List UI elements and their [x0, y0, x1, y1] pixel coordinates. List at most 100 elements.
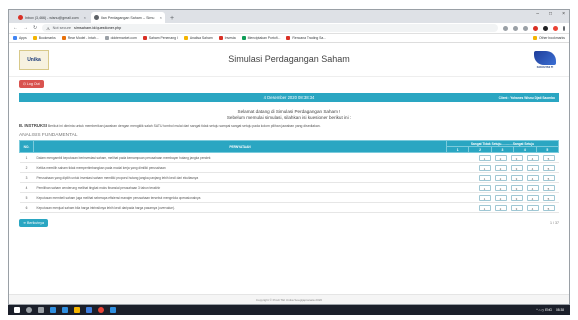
store-icon[interactable] [86, 307, 92, 313]
maximize-button[interactable]: □ [549, 11, 552, 17]
answer-option-2[interactable]: 2 [494, 164, 507, 171]
tab-simulasi[interactable]: Ilan Perdagangan Saham -- Simu × [91, 12, 165, 23]
answer-option-1[interactable]: 1 [478, 184, 491, 191]
answer-option-1[interactable]: 1 [478, 154, 491, 161]
minimize-button[interactable]: – [536, 11, 539, 17]
bookmark-item[interactable]: Saham Penenang I [142, 36, 178, 40]
chrome-icon[interactable] [98, 307, 104, 313]
tray-icons[interactable]: ^ ⌂ ◷ ENG [536, 308, 552, 312]
apps-icon [13, 36, 17, 40]
answer-option-1[interactable]: 1 [478, 164, 491, 171]
system-tray: ^ ⌂ ◷ ENG 08:38 [536, 308, 564, 312]
bookmark-item[interactable]: Rencana Trading Sa... [286, 36, 326, 40]
address-bar-row: ← → ↻ ⚠ Not secure simsaham.id/questione… [9, 23, 569, 34]
close-icon[interactable]: × [160, 15, 162, 20]
bookmark-item[interactable]: Analisa Saham [183, 36, 213, 40]
forward-icon[interactable]: → [23, 25, 28, 31]
answer-option-4[interactable]: 4 [526, 194, 539, 201]
bookmark-icon [241, 36, 246, 40]
answer-option-1[interactable]: 1 [478, 174, 491, 181]
row-question: Keputusan membeli saham juga melihat seb… [33, 192, 447, 204]
close-window-button[interactable]: × [562, 11, 565, 17]
bookmark-icon [286, 36, 291, 40]
next-label: Berikutnya [27, 221, 44, 226]
bookmark-item[interactable]: Apps [13, 36, 27, 40]
page-count: 1 / 37 [550, 221, 559, 226]
other-bookmarks[interactable]: Other bookmarks [532, 36, 565, 40]
extension-icon[interactable] [503, 25, 508, 31]
answer-option-5[interactable]: 5 [542, 154, 555, 161]
ie-icon[interactable] [62, 307, 68, 313]
table-row: 5 Keputusan membeli saham juga melihat se… [19, 192, 559, 204]
search-icon[interactable] [26, 307, 32, 313]
new-tab-button[interactable]: + [170, 15, 174, 22]
answer-option-4[interactable]: 4 [526, 184, 539, 191]
task-view-icon[interactable] [38, 307, 44, 313]
reload-icon[interactable]: ↻ [33, 25, 37, 31]
answer-option-2[interactable]: 2 [494, 184, 507, 191]
answer-option-3[interactable]: 3 [510, 154, 523, 161]
table-row: 2 Ketika memilih saham tidak mempertimban… [19, 162, 559, 174]
extensions [503, 25, 565, 31]
extension-icon[interactable] [543, 25, 548, 31]
answer-option-5[interactable]: 5 [542, 164, 555, 171]
bookmark-item[interactable]: Rear Model - Intah... [61, 36, 99, 40]
edge-icon[interactable] [50, 307, 56, 313]
clock[interactable]: 08:38 [556, 308, 564, 312]
answer-option-1[interactable]: 1 [478, 194, 491, 201]
mail-icon[interactable] [110, 307, 116, 313]
bookmark-label: Rear Model - Intah... [67, 36, 99, 40]
bookmark-icon [61, 36, 66, 40]
table-row: 4 Pemilihan saham cenderung melihat tingk… [19, 182, 559, 194]
star-icon[interactable] [523, 25, 528, 31]
answer-option-5[interactable]: 5 [542, 174, 555, 181]
bookmark-item[interactable]: Investa [218, 36, 236, 40]
answer-option-5[interactable]: 5 [542, 194, 555, 201]
answer-option-2[interactable]: 2 [494, 194, 507, 201]
profile-avatar[interactable] [553, 25, 558, 31]
answer-option-2[interactable]: 2 [494, 174, 507, 181]
answer-option-4[interactable]: 4 [526, 204, 539, 211]
answer-option-3[interactable]: 3 [510, 174, 523, 181]
answer-option-4[interactable]: 4 [526, 174, 539, 181]
row-question: Dalam mengambil keputusan berinvestasi s… [33, 152, 447, 164]
address-bar[interactable]: ⚠ Not secure simsaham.id/questioner.php [42, 24, 498, 32]
gmail-icon [18, 15, 23, 20]
file-explorer-icon[interactable] [74, 307, 80, 313]
tab-inbox[interactable]: Inbox (3,466) - wisnu@gmail.com × [15, 12, 89, 23]
next-button[interactable]: ➜ Berikutnya [19, 219, 48, 228]
answer-option-3[interactable]: 3 [510, 204, 523, 211]
extension-icon[interactable] [533, 25, 538, 31]
answer-option-1[interactable]: 1 [478, 204, 491, 211]
windows-start-icon[interactable] [14, 307, 20, 313]
info-bar: 4 Desember 2020 08:38:34 Client : Yohane… [19, 93, 559, 102]
answer-option-2[interactable]: 2 [494, 204, 507, 211]
zoom-icon[interactable] [513, 25, 518, 31]
bookmark-label: Analisa Saham [189, 36, 213, 40]
bookmark-item[interactable]: Bookmarks [32, 36, 56, 40]
bookmark-item[interactable]: Menciptakan Portofi... [241, 36, 280, 40]
bookmark-item[interactable]: dokternarket.com [104, 36, 137, 40]
welcome-message: Selamat datang di Simulasi Perdagangan S… [9, 109, 569, 120]
bookmark-icon [142, 36, 147, 40]
bookmark-label: dokternarket.com [110, 36, 137, 40]
faculty-logo-label: FAKULTAS TI [536, 65, 554, 69]
datetime: 4 Desember 2020 08:38:34 [263, 95, 315, 100]
logout-button[interactable]: ⏻ Log Out [19, 80, 44, 88]
back-icon[interactable]: ← [13, 25, 18, 31]
answer-option-4[interactable]: 4 [526, 164, 539, 171]
bookmark-icon [104, 36, 109, 40]
answer-option-4[interactable]: 4 [526, 154, 539, 161]
copyright: Copyright © Prodi TEI Unika Soegijaprana… [9, 294, 569, 304]
answer-option-3[interactable]: 3 [510, 164, 523, 171]
answer-option-2[interactable]: 2 [494, 154, 507, 161]
menu-icon[interactable] [563, 25, 565, 31]
close-icon[interactable]: × [84, 15, 86, 20]
row-number: 3 [19, 172, 34, 184]
answer-option-5[interactable]: 5 [542, 184, 555, 191]
answer-option-5[interactable]: 5 [542, 204, 555, 211]
logout-label: Log Out [26, 82, 40, 86]
footer-row: ➜ Berikutnya 1 / 37 [19, 218, 559, 228]
answer-option-3[interactable]: 3 [510, 184, 523, 191]
answer-option-3[interactable]: 3 [510, 194, 523, 201]
